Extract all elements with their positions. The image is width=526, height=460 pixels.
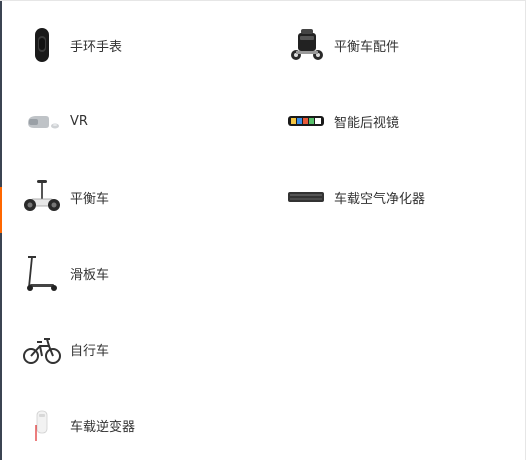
category-label: 滑板车 <box>70 267 110 283</box>
category-label: 自行车 <box>70 343 110 359</box>
category-item-car-air-purifier[interactable]: 车载空气净化器 <box>286 167 425 227</box>
smart-band-icon <box>22 25 62 65</box>
category-item-balance-scooter[interactable]: 平衡车 <box>22 167 109 227</box>
category-item-smart-rearview-mirror[interactable]: 智能后视镜 <box>286 91 399 151</box>
folding-bike-icon <box>22 329 62 369</box>
car-air-purifier-icon <box>286 177 326 217</box>
category-label: 手环手表 <box>70 39 123 55</box>
category-panel: 手环手表 VR 平衡车 滑板车 自行车 车载逆变器 平衡车配件 智能后视镜 车载… <box>0 0 526 460</box>
vr-headset-icon <box>22 101 62 141</box>
car-inverter-icon <box>22 405 62 445</box>
category-label: VR <box>70 113 88 129</box>
category-label: 平衡车配件 <box>334 39 400 55</box>
left-active-indicator <box>0 187 2 233</box>
self-balancing-scooter-icon <box>22 177 62 217</box>
category-label: 平衡车 <box>70 191 110 207</box>
category-label: 车载逆变器 <box>70 419 136 435</box>
category-item-car-inverter[interactable]: 车载逆变器 <box>22 395 135 455</box>
category-item-kick-scooter[interactable]: 滑板车 <box>22 243 109 303</box>
category-item-balance-scooter-accessory[interactable]: 平衡车配件 <box>286 15 399 75</box>
category-item-smart-band[interactable]: 手环手表 <box>22 15 122 75</box>
category-label: 智能后视镜 <box>334 115 400 131</box>
kick-scooter-icon <box>22 253 62 293</box>
smart-rearview-mirror-icon <box>286 101 326 141</box>
category-item-bicycle[interactable]: 自行车 <box>22 319 109 379</box>
balance-scooter-accessory-icon <box>286 25 326 65</box>
category-item-vr[interactable]: VR <box>22 91 88 151</box>
category-label: 车载空气净化器 <box>334 191 426 207</box>
